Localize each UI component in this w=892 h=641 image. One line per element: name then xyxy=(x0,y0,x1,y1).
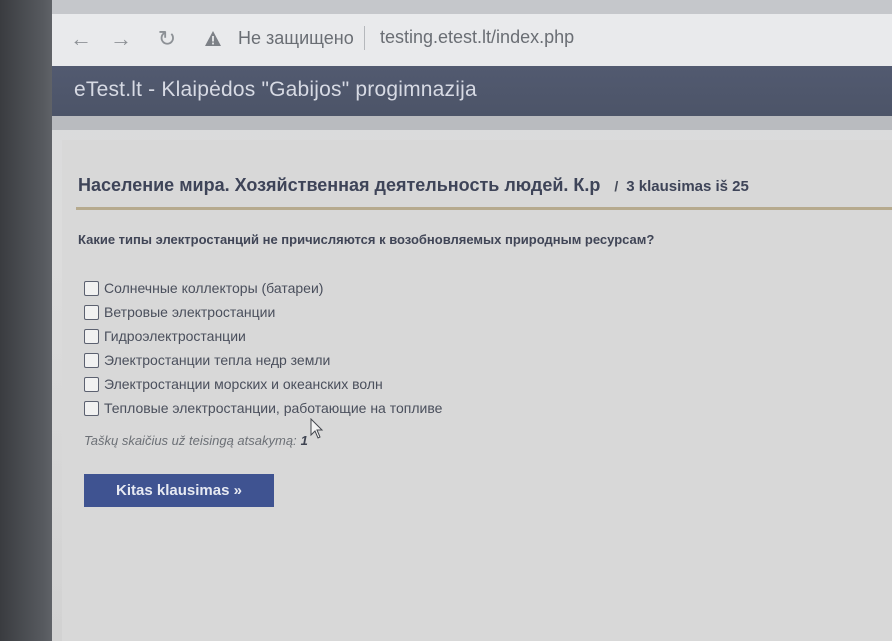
site-header: eTest.lt - Klaipėdos "Gabijos" progimnaz… xyxy=(52,66,892,116)
answer-checkbox[interactable] xyxy=(84,400,99,416)
answer-option-label[interactable]: Ветровые электростанции xyxy=(104,304,275,320)
answer-option-label[interactable]: Электростанции тепла недр земли xyxy=(104,352,330,368)
answer-checkbox[interactable] xyxy=(84,280,99,296)
heading-separator: / xyxy=(614,178,619,194)
warning-triangle-icon[interactable] xyxy=(204,30,222,48)
answer-checkbox[interactable] xyxy=(84,328,99,344)
answer-checkbox[interactable] xyxy=(84,376,99,392)
answer-option-label[interactable]: Электростанции морских и океанских волн xyxy=(104,376,383,392)
answer-options: Солнечные коллекторы (батареи) Ветровые … xyxy=(84,276,442,420)
test-title: Население мира. Хозяйственная деятельнос… xyxy=(78,175,601,195)
question-counter: 3 klausimas iš 25 xyxy=(626,178,749,195)
url-field[interactable]: testing.etest.lt/index.php xyxy=(380,27,574,48)
arrow-right-icon[interactable]: → xyxy=(110,28,132,50)
answer-option[interactable]: Солнечные коллекторы (батареи) xyxy=(84,276,442,300)
answer-option-label[interactable]: Гидроэлектростанции xyxy=(104,328,246,344)
heading-divider xyxy=(76,207,892,210)
header-sub-band xyxy=(52,116,892,130)
score-value: 1 xyxy=(300,433,308,448)
tab-strip xyxy=(52,0,892,14)
score-line: Taškų skaičius už teisingą atsakymą: 1 xyxy=(84,433,308,448)
answer-option[interactable]: Ветровые электростанции xyxy=(84,300,442,324)
answer-option[interactable]: Тепловые электростанции, работающие на т… xyxy=(84,396,442,420)
answer-checkbox[interactable] xyxy=(84,352,99,368)
question-heading: Население мира. Хозяйственная деятельнос… xyxy=(78,175,890,196)
answer-option[interactable]: Электростанции тепла недр земли xyxy=(84,348,442,372)
question-text: Какие типы электростанций не причисляютс… xyxy=(78,232,655,247)
score-label: Taškų skaičius už teisingą atsakymą: xyxy=(84,433,297,448)
next-question-button[interactable]: Kitas klausimas » xyxy=(84,474,274,507)
answer-option-label[interactable]: Солнечные коллекторы (батареи) xyxy=(104,280,323,296)
mouse-cursor-icon xyxy=(310,418,324,439)
answer-option[interactable]: Электростанции морских и океанских волн xyxy=(84,372,442,396)
answer-option-label[interactable]: Тепловые электростанции, работающие на т… xyxy=(104,400,442,416)
question-panel: Население мира. Хозяйственная деятельнос… xyxy=(62,140,892,641)
reload-icon[interactable]: ↻ xyxy=(156,28,178,50)
answer-checkbox[interactable] xyxy=(84,304,99,320)
address-divider xyxy=(364,26,365,50)
answer-option[interactable]: Гидроэлектростанции xyxy=(84,324,442,348)
arrow-left-icon[interactable]: ← xyxy=(70,28,92,50)
insecure-label[interactable]: Не защищено xyxy=(238,28,354,49)
site-title: eTest.lt - Klaipėdos "Gabijos" progimnaz… xyxy=(74,78,477,101)
address-bar: ← → ↻ Не защищено testing.etest.lt/index… xyxy=(52,14,892,67)
browser-screen: ← → ↻ Не защищено testing.etest.lt/index… xyxy=(52,0,892,641)
